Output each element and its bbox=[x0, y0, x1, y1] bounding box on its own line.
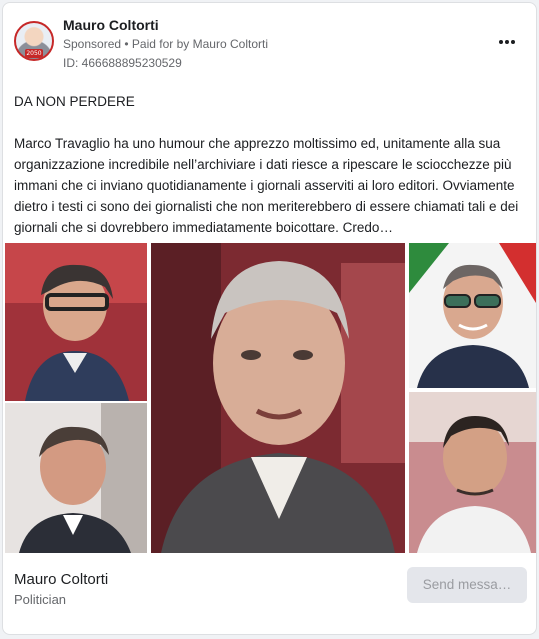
paid-for-prefix: Paid for by bbox=[131, 37, 193, 51]
collage-photo-top-right[interactable] bbox=[409, 243, 536, 388]
ad-card: 2050 Mauro Coltorti Sponsored • Paid for… bbox=[2, 2, 537, 635]
paid-for-name: Mauro Coltorti bbox=[192, 37, 268, 51]
more-options-button[interactable] bbox=[493, 31, 521, 53]
avatar-badge: 2050 bbox=[25, 49, 43, 58]
collage-photo-center[interactable] bbox=[151, 243, 405, 553]
post-headline: DA NON PERDERE bbox=[14, 94, 135, 109]
portrait-image bbox=[409, 392, 536, 553]
image-collage[interactable] bbox=[3, 241, 536, 555]
sponsored-label: Sponsored bbox=[63, 37, 122, 51]
collage-photo-bottom-right[interactable] bbox=[409, 392, 536, 553]
post-header: 2050 Mauro Coltorti Sponsored • Paid for… bbox=[3, 3, 536, 83]
page-name[interactable]: Mauro Coltorti bbox=[63, 17, 159, 33]
more-horizontal-icon bbox=[499, 40, 515, 44]
post-body: Marco Travaglio ha uno humour che apprez… bbox=[14, 136, 519, 235]
portrait-image bbox=[5, 243, 147, 401]
collage-photo-top-left[interactable] bbox=[5, 243, 147, 401]
collage-photo-bottom-left[interactable] bbox=[5, 403, 147, 553]
footer-page-category: Politician bbox=[14, 592, 67, 607]
meta-separator: • bbox=[121, 37, 132, 51]
send-message-button[interactable]: Send messa… bbox=[407, 567, 527, 603]
portrait-image bbox=[151, 243, 405, 553]
ad-id: ID: 466688895230529 bbox=[63, 56, 182, 70]
post-footer: Mauro Coltorti Politician Send messa… bbox=[3, 563, 536, 634]
page-avatar[interactable]: 2050 bbox=[14, 21, 54, 61]
post-text: DA NON PERDERE Marco Travaglio ha uno hu… bbox=[14, 91, 529, 238]
portrait-image bbox=[5, 403, 147, 553]
footer-page-name[interactable]: Mauro Coltorti bbox=[14, 571, 108, 588]
sponsored-meta: Sponsored • Paid for by Mauro Coltorti bbox=[63, 37, 268, 51]
portrait-image bbox=[409, 243, 536, 388]
